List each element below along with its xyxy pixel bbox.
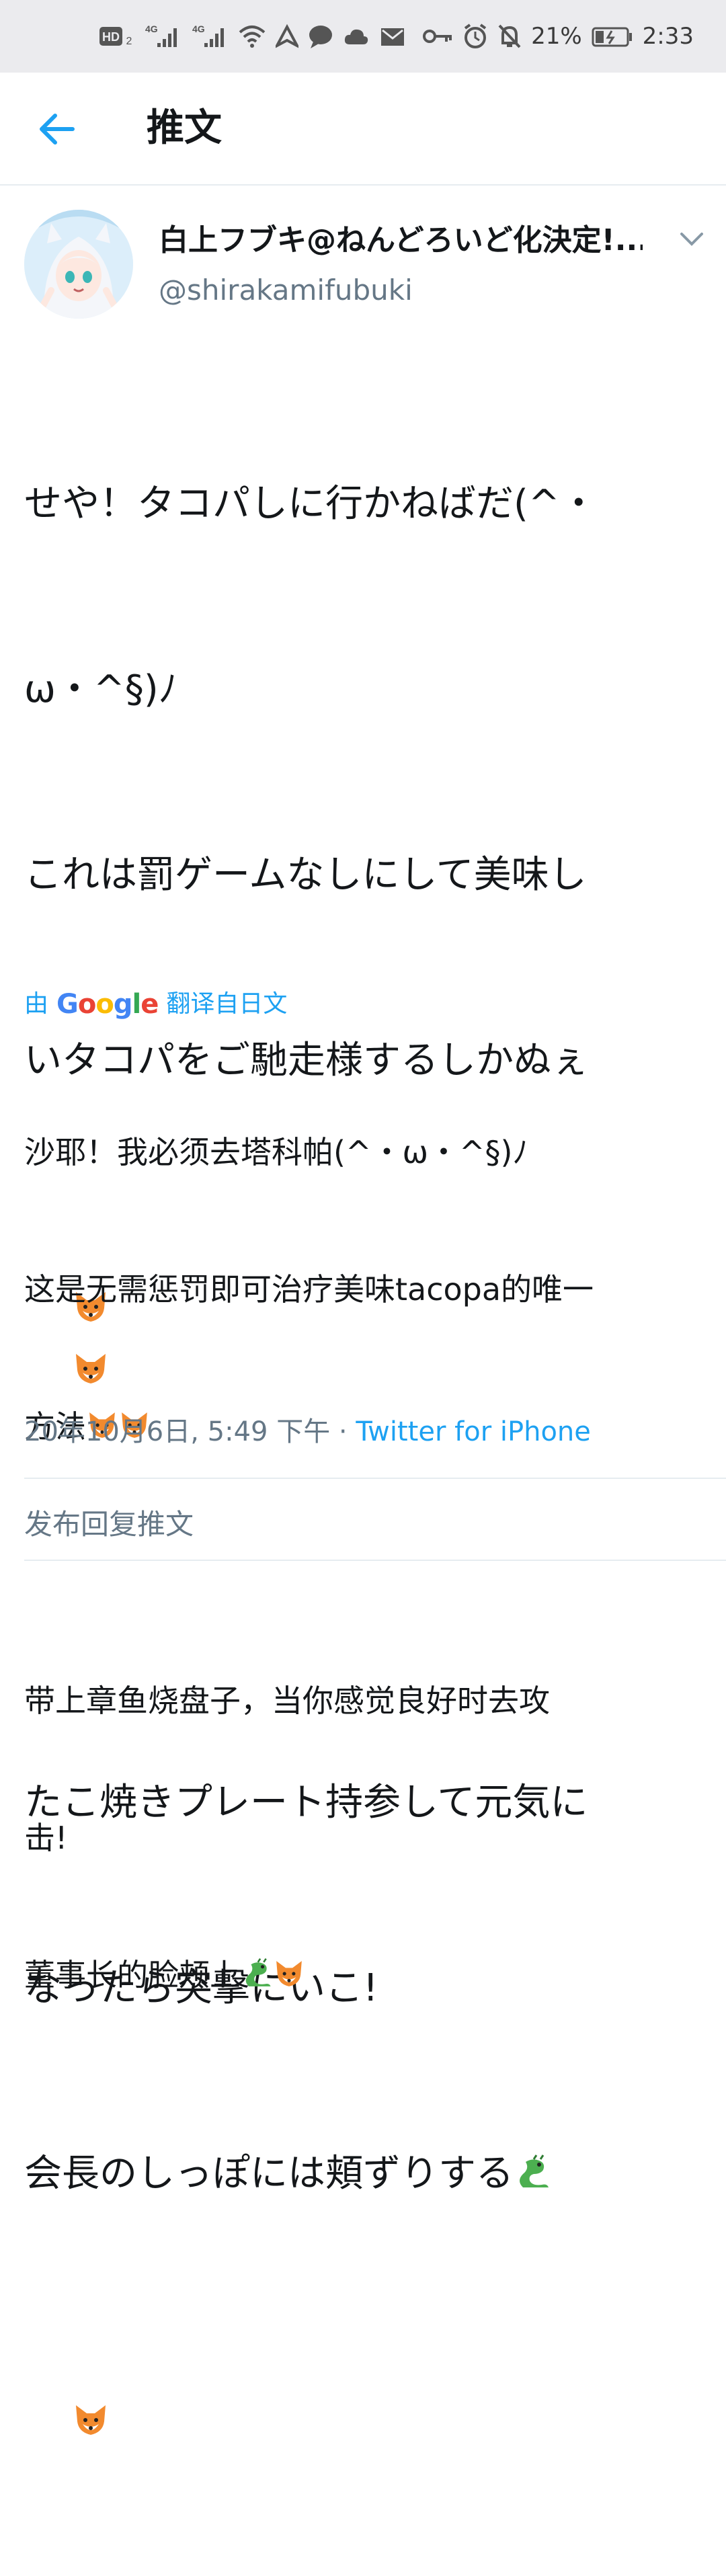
translated-line: 击! [24,1820,68,1856]
translate-attribution[interactable]: 由 Google 翻译自日文 [24,985,287,1023]
translate-prefix: 由 [24,990,49,1018]
reply-input[interactable]: 发布回复推文 [24,1506,194,1543]
navigation-icon [276,24,298,48]
back-arrow-icon[interactable] [35,108,78,151]
hd-icon: HD 2 [99,27,132,47]
tweet-line [24,2329,703,2514]
signal-4g-icon: 4G [192,24,224,47]
translated-line [24,1541,703,1586]
key-icon [423,30,452,43]
display-name[interactable]: 白上フブキ@ねんどろいど化決定!... [159,222,643,259]
mute-bell-icon [498,24,521,48]
translated-line: 带上章鱼烧盘子，当你感觉良好时去攻 [24,1683,550,1719]
page-title: 推文 [147,106,222,150]
tweet-line: せや！タコパしに行かねばだ(^・ [24,482,598,526]
google-logo: Google [56,989,159,1020]
avatar-image [24,210,133,319]
translated-line: 这是无需惩罚即可治疗美味tacopa的唯一 [24,1271,594,1307]
battery-percent: 21% [531,23,582,50]
divider [24,1560,726,1561]
translated-line: 沙耶！我必须去塔科帕(^・ω・^§)ﾉ [24,1134,528,1170]
dragon-emoji-icon [520,2155,549,2187]
app-header: 推文 [0,73,726,186]
tweet-line: 会長のしっぽには頬ずりする [24,2143,703,2205]
chevron-down-icon[interactable] [675,226,709,253]
translated-line: 董事长的脸颊上 [24,1952,703,1998]
fox-emoji-icon [276,1961,302,1986]
signal-4g-icon: 4G [145,24,177,47]
battery-charging-icon [592,27,632,47]
svg-text:4G: 4G [192,24,205,34]
svg-text:4G: 4G [145,24,158,34]
tweet-line: ω・^§)ﾉ [24,668,177,711]
tweet-timestamp: 20年10月6日, 5:49 下午 · [24,1416,356,1447]
fox-emoji-icon [76,2405,106,2435]
tweet-line: これは罰ゲームなしにして美味し [24,853,587,897]
mail-icon [381,28,404,46]
translate-suffix: 翻译自日文 [166,990,288,1018]
wifi-icon [239,26,266,48]
alarm-icon [464,24,487,48]
status-right-icons: 21% 2:33 [422,23,694,50]
divider [24,1478,726,1479]
cloud-icon [344,29,368,44]
avatar[interactable] [24,210,133,319]
message-icon [309,26,332,48]
status-left-icons: HD 2 4G 4G [98,23,406,50]
svg-text:HD: HD [102,30,120,44]
tweet-meta: 20年10月6日, 5:49 下午 · Twitter for iPhone [24,1413,591,1451]
tweet-source-link[interactable]: Twitter for iPhone [356,1416,591,1447]
clock: 2:33 [642,23,694,50]
status-bar: HD 2 4G 4G 21% 2:33 [0,0,726,73]
dragon-emoji-icon [245,1958,271,1986]
svg-text:2: 2 [126,36,132,47]
user-handle[interactable]: @shirakamifubuki [159,272,413,309]
